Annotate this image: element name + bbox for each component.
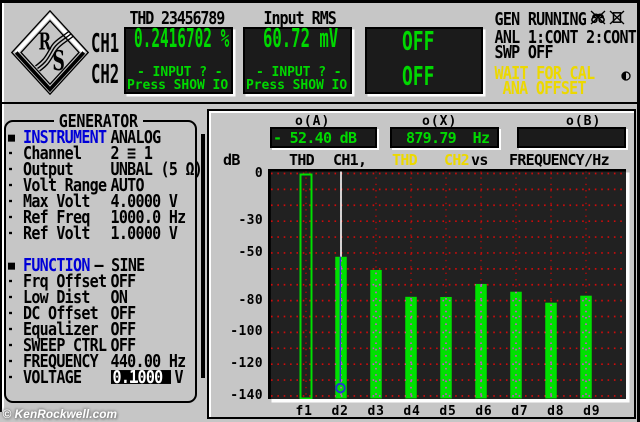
thd-line2: - INPUT ? - [137, 64, 223, 80]
svg-text:S: S [52, 46, 65, 77]
chart-vs: vs [471, 151, 488, 169]
instrument-screen: R S CH1 CH2 THD 23456789 0.2416702 % - I… [0, 0, 640, 422]
y-tick--80: -80 [238, 292, 263, 308]
y-tick-0: 0 [254, 165, 263, 181]
y-tick--50: -50 [238, 244, 263, 260]
plot-area[interactable] [268, 169, 626, 400]
svg-text:R: R [38, 29, 51, 56]
rs-logo: R S [10, 9, 90, 99]
bar-d7 [510, 291, 522, 399]
rms-line2: - INPUT ? - [256, 64, 342, 80]
menu-item-ref-volt[interactable]: Ref Volt 1.0000 V [0, 222, 196, 244]
status-divider [0, 101, 640, 104]
rms-value: 60.72 mV [262, 24, 338, 54]
y-tick--100: -100 [230, 324, 263, 340]
frame-top [0, 0, 640, 3]
off-value-1: OFF [401, 27, 434, 57]
readout-a-value: - 52.40 dB [273, 129, 357, 147]
x-tick-d9: d9 [583, 403, 601, 419]
chart-trace2-ch: CH2 [444, 151, 470, 169]
x-tick-d5: d5 [439, 403, 457, 419]
y-tick--140: -140 [230, 387, 263, 403]
rms-line3: Press SHOW IO [246, 78, 348, 93]
menu-item-value: 1.0000 V [110, 222, 178, 244]
bar-d3 [370, 269, 382, 399]
x-tick-d2: d2 [331, 403, 349, 419]
rms-panel: 60.72 mV - INPUT ? - Press SHOW IO [243, 24, 352, 94]
status-gen: GEN RUNNING [494, 8, 587, 30]
x-tick-d7: d7 [511, 403, 529, 419]
readout-x-value: 879.79 Hz [406, 129, 490, 147]
chart-trace1: THD [289, 151, 315, 169]
edit-cursor [129, 380, 138, 383]
status-swp: SWP OFF [494, 41, 554, 63]
y-tick--120: -120 [230, 356, 263, 372]
x-tick-d3: d3 [367, 403, 385, 419]
chart-trace2: THD [392, 151, 418, 169]
chart-trace1-ch: CH1, [333, 151, 367, 169]
readout-b-box [516, 127, 626, 148]
thd-panel: 0.2416702 % - INPUT ? - Press SHOW IO [124, 24, 233, 94]
chart-xlabel: FREQUENCY/Hz [509, 151, 610, 169]
readout-a-box: - 52.40 dB [270, 127, 377, 148]
ch2-label: CH2 [91, 60, 120, 90]
menu-item-value: 0.1000 V [110, 365, 184, 388]
generator-scrollbar[interactable] [200, 134, 205, 378]
readout-b-label: o(B) [566, 113, 602, 129]
off-value-2: OFF [401, 62, 434, 92]
x-tick-f1: f1 [295, 403, 313, 419]
menu-item-label: VOLTAGE [23, 366, 82, 388]
x-tick-d6: d6 [475, 403, 493, 419]
menu-item-label: Ref Volt [23, 222, 90, 244]
menu-bullet-dash [9, 368, 12, 387]
x-tick-d8: d8 [547, 403, 565, 419]
readout-x-box: 879.79 Hz [390, 127, 499, 148]
ch1-label: CH1 [91, 29, 120, 59]
thd-line3: Press SHOW IO [127, 78, 229, 93]
edit-field[interactable]: 0.1000 [110, 368, 171, 385]
generator-menu: INSTRUMENT ANALOG Channel 2 ≡ 1 Output UNBAL … [0, 128, 203, 389]
watermark: © KenRockwell.com [2, 407, 118, 421]
menu-item-voltage[interactable]: VOLTAGE 0.1000 V [0, 365, 196, 388]
readout-a-label: o(A) [295, 113, 331, 129]
thd-value: 0.2416702 % [133, 24, 229, 54]
status-warn-offset: ANA OFFSET [502, 77, 587, 99]
menu-bullet-dash [9, 224, 12, 243]
readout-x-label: o(X) [422, 113, 458, 129]
x-tick-d4: d4 [403, 403, 421, 419]
contrast-icon [621, 66, 631, 85]
off-panel: OFF OFF [365, 27, 483, 94]
y-tick--30: -30 [238, 213, 263, 229]
